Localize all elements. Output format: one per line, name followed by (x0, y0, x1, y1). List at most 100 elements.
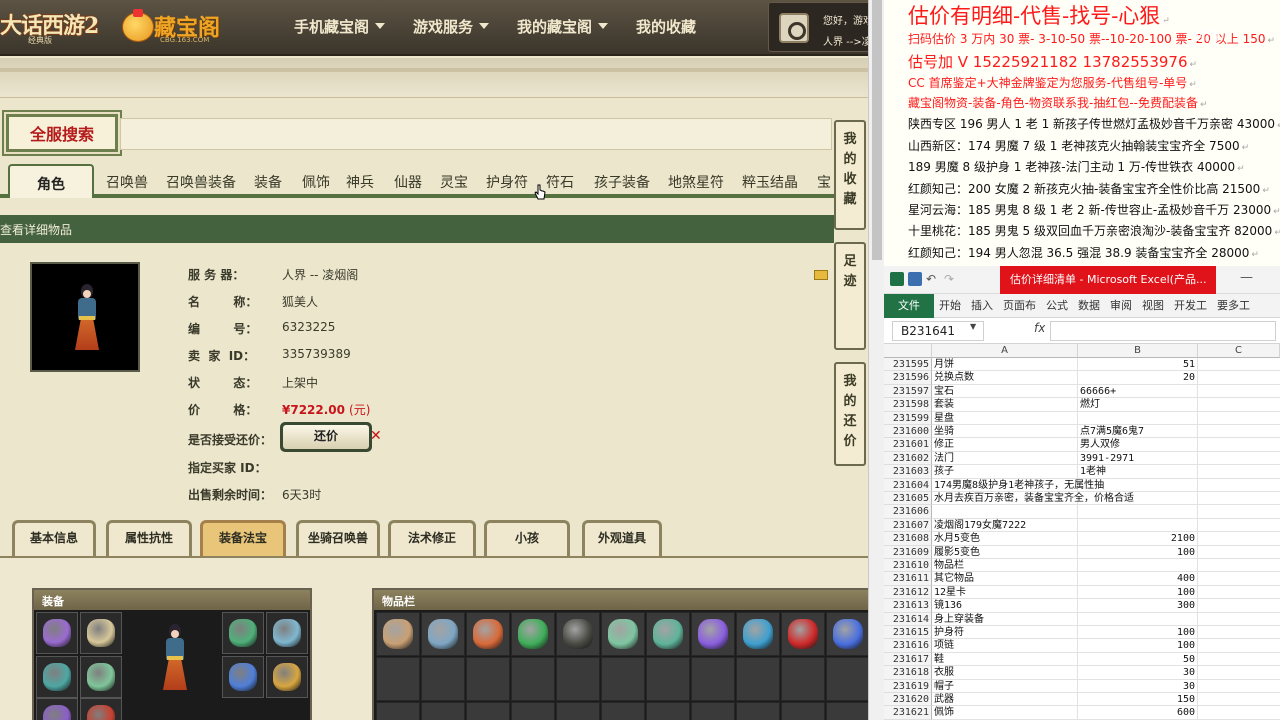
equipment-slot[interactable] (266, 612, 308, 654)
inventory-cell[interactable] (601, 612, 645, 656)
inventory-cell[interactable] (781, 702, 825, 720)
cell-a[interactable]: 孩子 (932, 465, 1078, 479)
row-number[interactable]: 231598 (884, 398, 932, 412)
row-number[interactable]: 231614 (884, 612, 932, 626)
cell-b[interactable]: 400 (1078, 572, 1198, 586)
undo-icon[interactable]: ↶ (926, 272, 940, 286)
row-number[interactable]: 231611 (884, 572, 932, 586)
cell-b[interactable]: 1老神 (1078, 465, 1198, 479)
ribbon-tab-3[interactable]: 页面布 (998, 294, 1041, 318)
cell-a[interactable]: 履影5变色 (932, 545, 1078, 559)
window-scrollbar[interactable] (868, 0, 884, 720)
cell-b[interactable]: 2100 (1078, 532, 1198, 546)
category-tab-4[interactable]: 佩饰 (302, 172, 330, 192)
nav-item-0[interactable]: 手机藏宝阁 (280, 16, 399, 37)
equipment-slot[interactable] (80, 698, 122, 720)
category-tab-13[interactable]: 宝 (817, 172, 831, 192)
ribbon-tab-4[interactable]: 公式 (1041, 294, 1073, 318)
cell-b[interactable] (1078, 559, 1198, 573)
cell-c[interactable] (1198, 693, 1280, 707)
cell-b[interactable]: 600 (1078, 706, 1198, 720)
equipment-slot[interactable] (36, 612, 78, 654)
cell-a[interactable]: 套装 (932, 398, 1078, 412)
equipment-slot[interactable] (222, 656, 264, 698)
cell-c[interactable] (1198, 492, 1280, 506)
category-tab-11[interactable]: 地煞星符 (668, 172, 724, 192)
detail-tab-3[interactable]: 坐骑召唤兽 (296, 520, 380, 556)
inventory-cell[interactable] (736, 612, 780, 656)
cell-c[interactable] (1198, 613, 1280, 626)
ribbon-tab-9[interactable]: 要多工 (1212, 294, 1255, 318)
row-number[interactable]: 231610 (884, 559, 932, 573)
cell-c[interactable] (1198, 680, 1280, 693)
equipment-slot[interactable] (36, 698, 78, 720)
cell-a[interactable]: 星盘 (932, 411, 1078, 425)
ribbon-tab-6[interactable]: 审阅 (1105, 294, 1137, 318)
inventory-cell[interactable] (466, 657, 510, 701)
row-number[interactable]: 231603 (884, 465, 932, 479)
side-button-1[interactable]: 足迹 (834, 242, 866, 350)
inventory-cell[interactable] (646, 657, 690, 701)
bargain-button[interactable]: 还价 (280, 422, 372, 452)
row-number[interactable]: 231615 (884, 626, 932, 640)
row-number[interactable]: 231618 (884, 666, 932, 680)
detail-tab-4[interactable]: 法术修正 (388, 520, 476, 556)
cell-b[interactable]: 50 (1078, 652, 1198, 667)
row-number[interactable]: 231595 (884, 358, 932, 372)
user-panel[interactable]: 您好，游戏 人界 -->凌 (768, 2, 868, 52)
row-number[interactable]: 231601 (884, 438, 932, 452)
cell-b[interactable]: 66666+ (1078, 384, 1198, 399)
inventory-cell[interactable] (421, 612, 465, 656)
inventory-cell[interactable] (826, 657, 868, 701)
redo-icon[interactable]: ↷ (944, 272, 958, 286)
detail-tab-6[interactable]: 外观道具 (582, 520, 662, 556)
nav-item-3[interactable]: 我的收藏 (622, 16, 710, 37)
cell-c[interactable] (1198, 438, 1280, 452)
cell-c[interactable] (1198, 706, 1280, 720)
column-header-C[interactable]: C (1198, 344, 1280, 358)
equipment-slot[interactable] (222, 612, 264, 654)
cell-c[interactable] (1198, 505, 1280, 519)
cell-a[interactable]: 武器 (932, 693, 1078, 707)
row-number[interactable]: 231620 (884, 693, 932, 707)
cell-c[interactable] (1198, 532, 1280, 546)
row-number[interactable]: 231608 (884, 532, 932, 546)
cell-b[interactable]: 男人双修 (1078, 438, 1198, 452)
cell-b[interactable]: 100 (1078, 626, 1198, 640)
row-number[interactable]: 231613 (884, 599, 932, 613)
inventory-cell[interactable] (511, 612, 555, 656)
row-number[interactable]: 231607 (884, 518, 932, 533)
cell-b[interactable]: 51 (1078, 358, 1198, 372)
row-number[interactable]: 231599 (884, 411, 932, 425)
cell-b[interactable]: 100 (1078, 545, 1198, 559)
cell-a[interactable]: 衣服 (932, 666, 1078, 680)
cell-a[interactable] (932, 505, 1078, 519)
inventory-cell[interactable] (466, 702, 510, 720)
cell-a[interactable]: 宝石 (932, 384, 1078, 399)
cell-b[interactable] (1078, 505, 1198, 519)
inventory-cell[interactable] (736, 702, 780, 720)
detail-tab-0[interactable]: 基本信息 (12, 520, 96, 556)
cell-c[interactable] (1198, 546, 1280, 559)
inventory-cell[interactable] (646, 702, 690, 720)
all-server-search-badge[interactable]: 全服搜索 (6, 114, 118, 152)
cell-c[interactable] (1198, 412, 1280, 425)
insert-function-button[interactable]: fx (1034, 321, 1045, 335)
equipment-slot[interactable] (266, 656, 308, 698)
cell-a[interactable]: 水月5变色 (932, 532, 1078, 546)
category-tab-5[interactable]: 神兵 (346, 172, 374, 192)
cell-a[interactable]: 凌烟阁179女魔7222 (932, 518, 1078, 533)
cell-c[interactable] (1198, 653, 1280, 667)
cell-b[interactable]: 30 (1078, 679, 1198, 693)
inventory-cell[interactable] (601, 702, 645, 720)
cell-a[interactable]: 镜136 (932, 599, 1078, 613)
cell-b[interactable]: 100 (1078, 639, 1198, 653)
category-tab-9[interactable]: 符石 (546, 172, 574, 192)
cell-c[interactable] (1198, 559, 1280, 573)
cell-b[interactable] (1078, 411, 1198, 425)
cell-c[interactable] (1198, 519, 1280, 533)
category-tab-10[interactable]: 孩子装备 (594, 172, 650, 192)
category-tab-6[interactable]: 仙器 (394, 172, 422, 192)
ribbon-tab-1[interactable]: 开始 (934, 294, 966, 318)
inventory-cell[interactable] (376, 657, 420, 701)
